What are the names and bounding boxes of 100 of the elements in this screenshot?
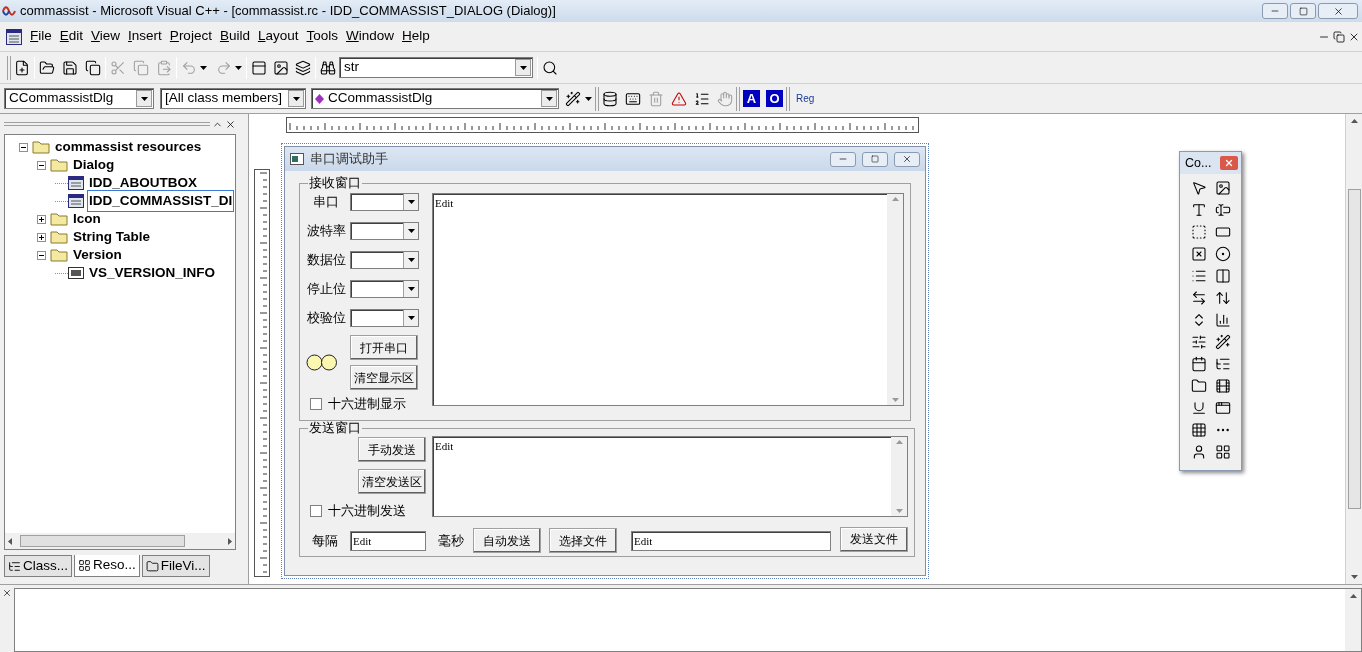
radio-icon[interactable] xyxy=(1214,246,1231,262)
dialog-button[interactable]: 清空显示区 xyxy=(350,365,418,390)
scrollbar-thumb[interactable] xyxy=(1347,189,1361,509)
menu-item[interactable]: Help xyxy=(398,26,434,47)
collapse-toggle[interactable] xyxy=(19,142,28,152)
scroll-up-icon[interactable] xyxy=(1349,594,1357,598)
find-combo[interactable]: str xyxy=(339,57,533,78)
dialog-button[interactable]: 自动发送 xyxy=(473,528,541,553)
reg-button[interactable]: Reg xyxy=(793,91,818,106)
close-icon[interactable] xyxy=(1332,5,1344,17)
tree-item[interactable]: IDD_COMMASSIST_DI xyxy=(87,189,235,213)
dialog-button[interactable]: 打开串口 xyxy=(350,335,418,360)
film-icon[interactable] xyxy=(1214,378,1231,394)
scroll-left-icon[interactable] xyxy=(8,537,12,545)
window-icon[interactable] xyxy=(251,59,267,76)
stack-icon[interactable] xyxy=(602,90,618,107)
menu-item[interactable]: Tools xyxy=(302,26,342,47)
stacked-pages-icon[interactable] xyxy=(85,59,101,76)
menu-item[interactable]: Edit xyxy=(55,26,88,47)
maximize-icon[interactable] xyxy=(871,155,879,163)
panel-tab[interactable]: Reso... xyxy=(74,555,140,577)
collapse-toggle[interactable] xyxy=(37,160,46,170)
scroll-down-icon[interactable] xyxy=(1350,575,1358,579)
edit-field[interactable]: Edit xyxy=(631,530,831,551)
restore-icon[interactable] xyxy=(1333,30,1345,43)
wand-icon[interactable] xyxy=(1214,334,1231,350)
checkbox[interactable] xyxy=(310,505,322,517)
multiline-edit-field[interactable]: Edit xyxy=(432,193,904,406)
dropdown-field[interactable] xyxy=(350,309,419,327)
group-frame-icon[interactable] xyxy=(1190,224,1207,240)
close-icon[interactable] xyxy=(2,588,12,598)
wand-icon[interactable] xyxy=(565,90,581,107)
binoculars-icon[interactable] xyxy=(320,59,336,76)
scroll-right-icon[interactable] xyxy=(228,537,232,545)
close-icon[interactable] xyxy=(902,154,912,164)
picture-icon[interactable] xyxy=(1214,180,1231,196)
dialog-button[interactable]: 发送文件 xyxy=(840,526,908,552)
menu-item[interactable]: View xyxy=(87,26,125,47)
dropdown-field[interactable] xyxy=(350,222,419,240)
edit-field[interactable]: Edit xyxy=(350,530,426,551)
tree-list-icon[interactable] xyxy=(1214,356,1231,372)
panel-tab[interactable]: Class... xyxy=(4,555,72,577)
new-file-icon[interactable] xyxy=(14,59,30,76)
keyboard-icon[interactable] xyxy=(625,90,641,107)
text-icon[interactable] xyxy=(1190,202,1207,218)
list-icon[interactable] xyxy=(694,90,710,107)
grid-icon[interactable] xyxy=(1190,422,1207,438)
search-icon[interactable] xyxy=(542,59,558,76)
maximize-button[interactable] xyxy=(1290,3,1316,19)
slider-icon[interactable] xyxy=(1190,334,1207,350)
folder-icon[interactable] xyxy=(39,59,55,76)
member-combo[interactable]: CCommassistDlg xyxy=(311,88,559,109)
close-button[interactable] xyxy=(894,151,920,167)
exclamation-icon[interactable] xyxy=(671,90,687,107)
menu-item[interactable]: Project xyxy=(165,26,216,47)
filter-combo[interactable]: [All class members] xyxy=(160,88,306,109)
letter-badge[interactable]: A xyxy=(743,90,760,107)
folder-icon[interactable] xyxy=(1190,378,1207,394)
columns-icon[interactable] xyxy=(1214,268,1231,284)
menu-item[interactable]: File xyxy=(26,26,56,47)
letter-badge[interactable]: O xyxy=(766,90,783,107)
menu-item[interactable]: Layout xyxy=(253,26,303,47)
dropdown-field[interactable] xyxy=(350,193,419,211)
save-icon[interactable] xyxy=(62,59,78,76)
checkbox-icon[interactable] xyxy=(1190,246,1207,262)
scroll-up-icon[interactable] xyxy=(1350,119,1358,123)
picture-icon[interactable] xyxy=(273,59,289,76)
window-icon[interactable] xyxy=(1214,400,1231,416)
multiline-edit-field[interactable]: Edit xyxy=(432,436,908,517)
expand-toggle[interactable] xyxy=(37,214,46,224)
close-button[interactable] xyxy=(1220,156,1238,170)
layout-grid-icon[interactable] xyxy=(1214,444,1231,460)
calendar-icon[interactable] xyxy=(1190,356,1207,372)
horizontal-arrows-icon[interactable] xyxy=(1190,290,1207,306)
close-icon[interactable] xyxy=(225,118,236,130)
rectangle-icon[interactable] xyxy=(1214,224,1231,240)
bar-chart-icon[interactable] xyxy=(1214,312,1231,328)
dropdown-field[interactable] xyxy=(350,251,419,269)
pointer-icon[interactable] xyxy=(1190,180,1207,196)
maximize-icon[interactable] xyxy=(1298,6,1308,16)
layers-icon[interactable] xyxy=(295,59,311,76)
text-cursor-icon[interactable] xyxy=(1214,202,1231,218)
panel-tab[interactable]: FileVi... xyxy=(141,555,210,577)
underline-icon[interactable] xyxy=(1190,400,1207,416)
dropdown-field[interactable] xyxy=(350,280,419,298)
document-icon[interactable] xyxy=(6,28,22,45)
collapse-toggle[interactable] xyxy=(37,250,46,260)
checkbox[interactable] xyxy=(310,398,322,410)
checkbox-label: 十六进制显示 xyxy=(328,396,406,412)
menu-item[interactable]: Build xyxy=(215,26,254,47)
list-icon[interactable] xyxy=(1190,268,1207,284)
expand-toggle[interactable] xyxy=(37,232,46,242)
dialog-button[interactable]: 选择文件 xyxy=(549,528,617,553)
menu-item[interactable]: Insert xyxy=(124,26,166,47)
vertical-arrows-icon[interactable] xyxy=(1214,290,1231,306)
horizontal-scrollbar[interactable] xyxy=(5,533,235,549)
dialog-button[interactable]: 清空发送区 xyxy=(358,469,426,494)
class-combo[interactable]: CCommassistDlg xyxy=(4,88,154,109)
menu-item[interactable]: Window xyxy=(342,26,398,47)
dialog-button[interactable]: 手动发送 xyxy=(358,437,426,462)
